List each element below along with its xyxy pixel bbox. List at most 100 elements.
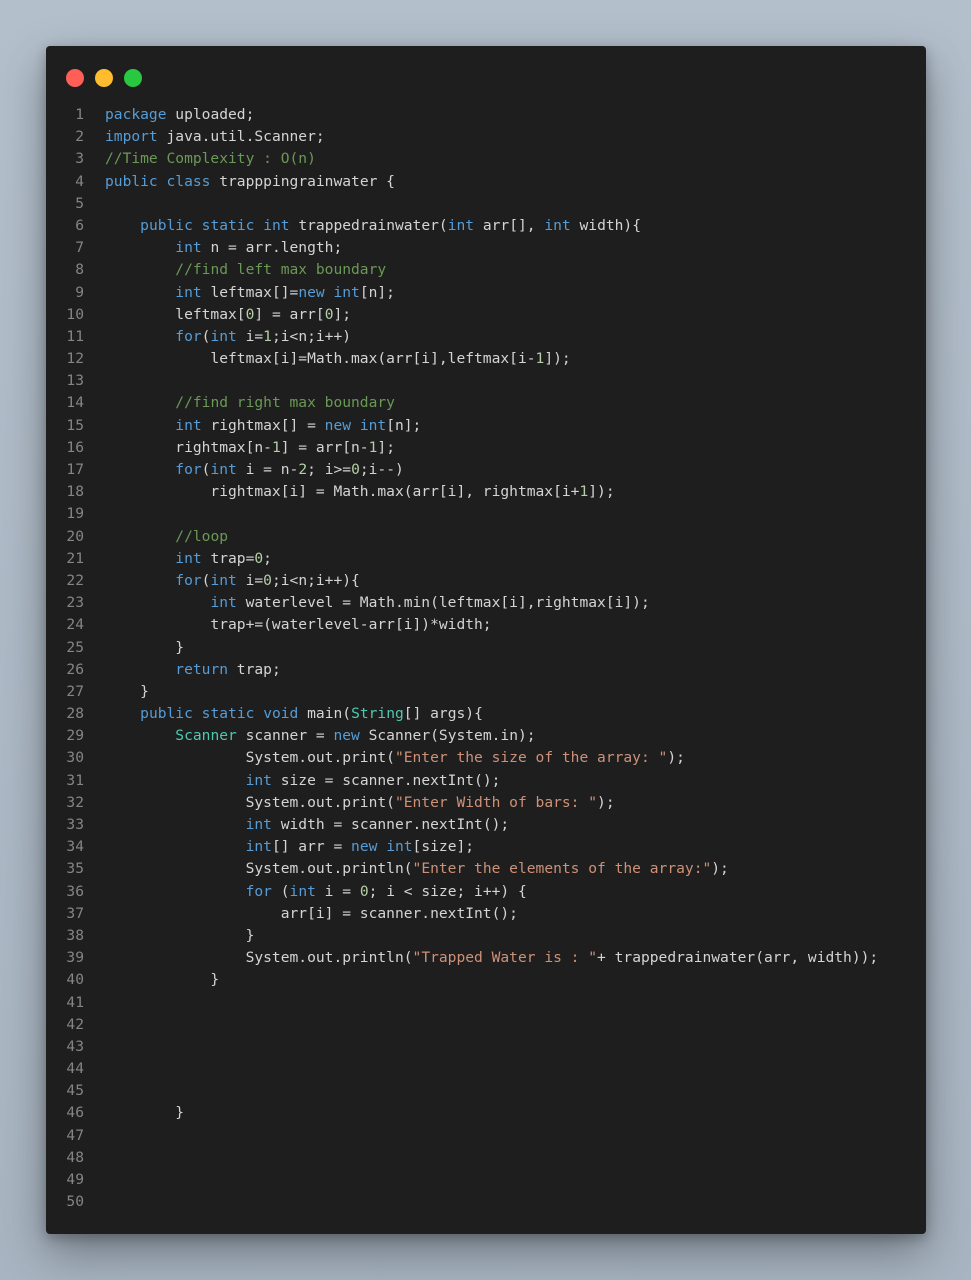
code-line[interactable]: 41 xyxy=(46,992,926,1014)
code-line[interactable]: 26 return trap; xyxy=(46,659,926,681)
code-line[interactable]: 49 xyxy=(46,1169,926,1191)
code-line[interactable]: 5 xyxy=(46,193,926,215)
line-number: 24 xyxy=(66,616,84,634)
code-line[interactable]: 4 public class trapppingrainwater { xyxy=(46,171,926,193)
code-text: int rightmax[] = new int[n]; xyxy=(105,415,421,437)
code-line[interactable]: 45 xyxy=(46,1080,926,1102)
code-line[interactable]: 10 leftmax[0] = arr[0]; xyxy=(46,304,926,326)
line-number: 8 xyxy=(75,261,84,279)
code-line[interactable]: 21 int trap=0; xyxy=(46,548,926,570)
line-number: 14 xyxy=(66,394,84,412)
code-text: } xyxy=(105,637,184,659)
code-line[interactable]: 28 public static void main(String[] args… xyxy=(46,703,926,725)
code-line[interactable]: 3 //Time Complexity : O(n) xyxy=(46,148,926,170)
code-line[interactable]: 39 System.out.println("Trapped Water is … xyxy=(46,947,926,969)
code-text: public static int trappedrainwater(int a… xyxy=(105,215,641,237)
code-text: //Time Complexity : O(n) xyxy=(105,148,316,170)
code-text: //find right max boundary xyxy=(105,392,395,414)
code-token: int xyxy=(544,216,571,234)
code-line[interactable]: 8 //find left max boundary xyxy=(46,259,926,281)
code-token: ; i < size; i++) { xyxy=(368,882,527,900)
code-token: uploaded; xyxy=(166,106,255,123)
code-line[interactable]: 23 int waterlevel = Math.min(leftmax[i],… xyxy=(46,592,926,614)
code-line[interactable]: 13 xyxy=(46,370,926,392)
code-token: ;i--) xyxy=(359,461,404,478)
code-line[interactable]: 48 xyxy=(46,1147,926,1169)
code-line[interactable]: 11 for(int i=1;i<n;i++) xyxy=(46,326,926,348)
code-line[interactable]: 25 } xyxy=(46,637,926,659)
code-editor[interactable]: 1 package uploaded; 2 import java.util.Scan… xyxy=(46,104,926,1213)
code-line[interactable]: 15 int rightmax[] = new int[n]; xyxy=(46,415,926,437)
code-line[interactable]: 29 Scanner scanner = new Scanner(System.… xyxy=(46,725,926,747)
code-line[interactable]: 33 int width = scanner.nextInt(); xyxy=(46,814,926,836)
code-line[interactable]: 40 } xyxy=(46,969,926,991)
code-text: for (int i = 0; i < size; i++) { xyxy=(105,881,527,903)
line-number: 47 xyxy=(66,1126,84,1144)
code-line[interactable]: 6 public static int trappedrainwater(int… xyxy=(46,215,926,237)
code-token: ); xyxy=(667,749,685,767)
code-line[interactable]: 24 trap+=(waterlevel-arr[i])*width; xyxy=(46,614,926,636)
zoom-window-button[interactable] xyxy=(124,69,142,87)
line-number: 26 xyxy=(66,660,84,678)
line-number: 49 xyxy=(66,1171,84,1188)
code-line[interactable]: 2 import java.util.Scanner; xyxy=(46,126,926,148)
code-token: System.out.println( xyxy=(105,860,413,878)
code-line[interactable]: 36 for (int i = 0; i < size; i++) { xyxy=(46,881,926,903)
code-line[interactable]: 37 arr[i] = scanner.nextInt(); xyxy=(46,903,926,925)
code-line[interactable]: 22 for(int i=0;i<n;i++){ xyxy=(46,570,926,592)
line-number: 37 xyxy=(66,904,84,922)
code-token: } xyxy=(105,682,149,700)
code-line[interactable]: 19 xyxy=(46,503,926,525)
code-line[interactable]: 18 rightmax[i] = Math.max(arr[i], rightm… xyxy=(46,481,926,503)
code-token: System.out.print( xyxy=(105,793,395,811)
code-line[interactable]: 42 xyxy=(46,1014,926,1036)
code-line[interactable]: 16 rightmax[n-1] = arr[n-1]; xyxy=(46,437,926,459)
code-line[interactable]: 32 System.out.print("Enter Width of bars… xyxy=(46,792,926,814)
code-token: waterlevel = Math.min(leftmax[i],rightma… xyxy=(236,594,650,612)
code-token: ] = arr[n- xyxy=(280,438,369,456)
code-line[interactable]: 27 } xyxy=(46,681,926,703)
line-number: 17 xyxy=(66,461,84,478)
code-text: trap+=(waterlevel-arr[i])*width; xyxy=(105,614,491,636)
line-number: 2 xyxy=(75,128,84,146)
code-line[interactable]: 30 System.out.print("Enter the size of t… xyxy=(46,747,926,769)
close-window-button[interactable] xyxy=(66,69,84,87)
code-line[interactable]: 38 } xyxy=(46,925,926,947)
code-line[interactable]: 20 //loop xyxy=(46,526,926,548)
code-line[interactable]: 50 xyxy=(46,1191,926,1213)
code-line[interactable]: 47 xyxy=(46,1125,926,1147)
code-token: ]; xyxy=(377,438,395,456)
code-line[interactable]: 17 for(int i = n-2; i>=0;i--) xyxy=(46,459,926,481)
code-line[interactable]: 14 //find right max boundary xyxy=(46,392,926,414)
code-line[interactable]: 35 System.out.println("Enter the element… xyxy=(46,858,926,880)
code-token: return xyxy=(175,660,229,678)
code-line[interactable]: 46 } xyxy=(46,1102,926,1124)
code-token: main( xyxy=(298,705,352,723)
code-text: //loop xyxy=(105,526,228,548)
line-number: 19 xyxy=(66,505,84,523)
code-text: System.out.print("Enter the size of the … xyxy=(105,747,685,769)
code-line[interactable]: 34 int[] arr = new int[size]; xyxy=(46,836,926,858)
code-line[interactable]: 7 int n = arr.length; xyxy=(46,237,926,259)
code-token: trappedrainwater( xyxy=(289,216,448,234)
code-text: } xyxy=(105,681,149,703)
minimize-window-button[interactable] xyxy=(95,69,113,87)
code-line[interactable]: 43 xyxy=(46,1036,926,1058)
code-text: arr[i] = scanner.nextInt(); xyxy=(105,903,518,925)
code-text: return trap; xyxy=(105,659,280,681)
code-line[interactable]: 9 int leftmax[]=new int[n]; xyxy=(46,282,926,304)
line-number: 40 xyxy=(66,971,84,989)
code-token: public xyxy=(105,172,158,190)
code-line[interactable]: 31 int size = scanner.nextInt(); xyxy=(46,770,926,792)
code-line[interactable]: 1 package uploaded; xyxy=(46,104,926,126)
code-line[interactable]: 12 leftmax[i]=Math.max(arr[i],leftmax[i-… xyxy=(46,348,926,370)
code-token: public xyxy=(140,705,193,723)
code-line[interactable]: 44 xyxy=(46,1058,926,1080)
code-token: System.out.print( xyxy=(105,749,395,767)
